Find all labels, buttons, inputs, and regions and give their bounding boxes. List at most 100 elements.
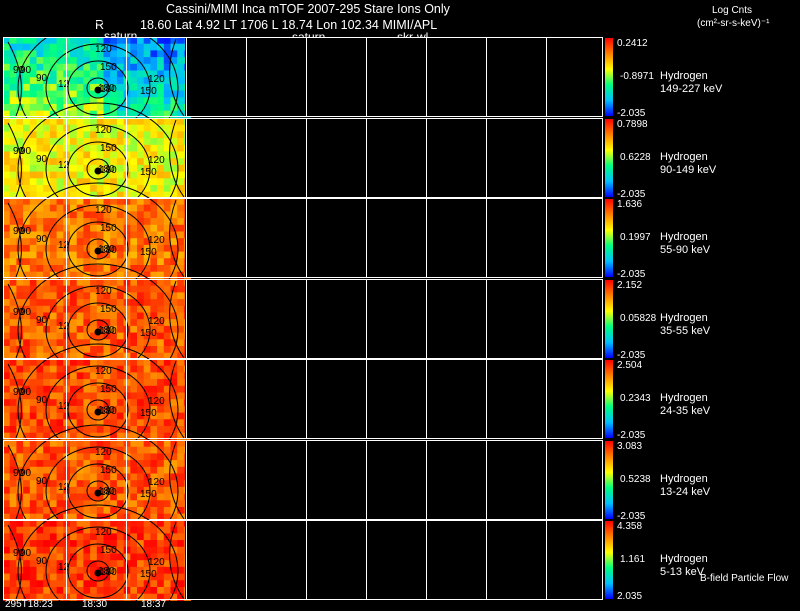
heatmap-cell — [49, 419, 58, 427]
heatmap-cell — [3, 164, 11, 173]
heatmap-cell — [70, 399, 78, 407]
heatmap-cell — [163, 265, 171, 273]
heatmap-cell — [130, 480, 138, 488]
heatmap-cell — [43, 566, 51, 575]
heatmap-cell — [9, 104, 17, 112]
heatmap-cell — [163, 520, 171, 528]
heatmap-cell — [23, 405, 31, 414]
energy-label: 5-13 keV — [660, 566, 705, 578]
heatmap-cell — [9, 131, 17, 139]
heatmap-cell — [49, 138, 58, 146]
heatmap-cell — [177, 440, 185, 448]
heatmap-cell — [70, 244, 78, 253]
heatmap-cell — [3, 426, 11, 434]
heatmap-cell — [49, 480, 58, 488]
heatmap-cell — [150, 138, 158, 146]
heatmap-cell — [137, 50, 145, 58]
heatmap-cell — [23, 446, 31, 454]
heatmap-cell — [96, 426, 104, 434]
heatmap-cell — [170, 238, 178, 246]
heatmap-cell — [116, 405, 125, 414]
colorbar — [605, 119, 613, 197]
contour-label: 90 — [36, 73, 48, 84]
heatmap-cell — [9, 83, 17, 92]
heatmap-cell — [137, 392, 145, 400]
heatmap-cell — [163, 526, 171, 534]
heatmap-cell — [83, 392, 91, 400]
heatmap-cell — [49, 500, 58, 508]
heatmap-cell — [23, 339, 31, 347]
heatmap-cell — [83, 224, 91, 232]
heatmap-cell — [177, 546, 185, 554]
heatmap-cell — [49, 131, 58, 139]
heatmap-cell — [36, 90, 44, 98]
heatmap-cell — [150, 365, 158, 373]
heatmap-cell — [3, 238, 11, 246]
heatmap-cell — [36, 299, 44, 307]
heatmap-cell — [163, 419, 171, 427]
species-label: Hydrogen — [660, 473, 708, 485]
heatmap-cell — [9, 339, 17, 347]
heatmap-cell — [116, 486, 125, 495]
contour-label: 150 — [100, 384, 117, 395]
heatmap-cell — [83, 507, 91, 515]
heatmap-cell — [56, 178, 64, 186]
heatmap-cell — [23, 265, 31, 273]
heatmap-cell — [23, 185, 31, 193]
heatmap-cell — [150, 379, 158, 387]
heatmap-cell — [56, 224, 64, 232]
heatmap-cell — [56, 419, 64, 427]
colorbar — [605, 38, 613, 116]
heatmap-cell — [157, 587, 165, 595]
heatmap-cell — [123, 305, 131, 313]
heatmap-cell — [9, 325, 17, 334]
contour-label: 150 — [100, 62, 117, 73]
heatmap-cell — [36, 546, 44, 554]
heatmap-cell — [9, 359, 17, 367]
heatmap-cell — [36, 486, 44, 495]
energy-label: 55-90 keV — [660, 244, 711, 256]
heatmap-cell — [9, 292, 17, 300]
heatmap-cell — [76, 299, 84, 307]
heatmap-cell — [49, 405, 58, 414]
heatmap-cell — [116, 493, 125, 501]
heatmap-cell — [163, 171, 171, 179]
heatmap-cell — [116, 164, 125, 173]
heatmap-cell — [49, 573, 58, 581]
heatmap-cell — [157, 379, 165, 387]
heatmap-cell — [143, 546, 151, 554]
contour-label: 120 — [95, 447, 112, 458]
heatmap-cell — [36, 171, 44, 179]
heatmap-cell — [123, 151, 131, 159]
heatmap-cell — [83, 473, 91, 481]
heatmap-cell — [143, 365, 151, 373]
heatmap-cell — [56, 118, 64, 126]
heatmap-cell — [76, 399, 84, 407]
heatmap-cell — [3, 533, 11, 541]
heatmap-cell — [83, 70, 91, 78]
heatmap-cell — [157, 211, 165, 219]
heatmap-cell — [157, 507, 165, 515]
heatmap-cell — [3, 553, 11, 561]
heatmap-cell — [29, 412, 37, 420]
heatmap-cell — [56, 43, 64, 51]
heatmap-cell — [16, 211, 24, 219]
heatmap-cell — [163, 566, 171, 575]
heatmap-cell — [70, 299, 78, 307]
heatmap-cell — [177, 500, 185, 508]
heatmap-cell — [3, 500, 11, 508]
heatmap-cell — [163, 332, 171, 340]
heatmap-cell — [29, 164, 37, 173]
heatmap-cell — [9, 185, 17, 193]
heatmap-cell — [150, 104, 158, 112]
heatmap-cell — [36, 144, 44, 152]
heatmap-cell — [43, 138, 51, 146]
heatmap-cell — [49, 319, 58, 327]
heatmap-cell — [177, 446, 185, 454]
heatmap-cell — [49, 493, 58, 501]
heatmap-cell — [170, 399, 178, 407]
heatmap-cell — [9, 520, 17, 528]
heatmap-cell — [150, 580, 158, 588]
heatmap-cell — [56, 412, 64, 420]
heatmap-cell — [110, 507, 118, 515]
